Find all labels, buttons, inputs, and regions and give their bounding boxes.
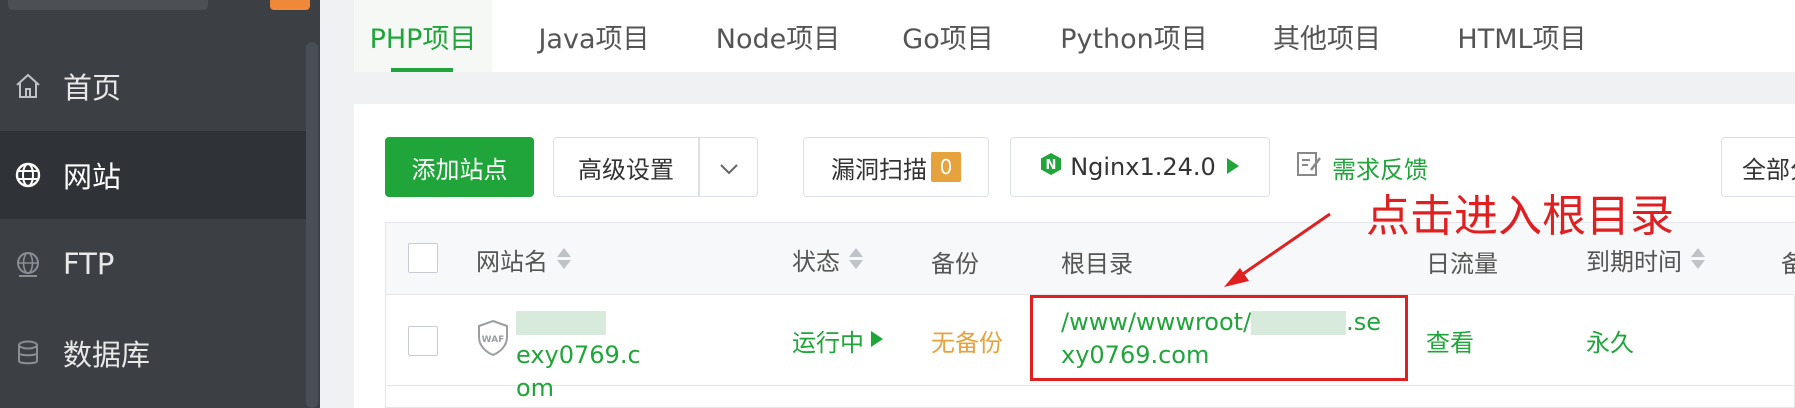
sidebar-scrollbar[interactable] xyxy=(306,42,318,408)
col-daily-traffic: 日流量 xyxy=(1426,249,1498,278)
root-dir-highlight xyxy=(1030,295,1408,381)
tab-other[interactable]: 其他项目 xyxy=(1252,0,1402,72)
play-icon xyxy=(1226,153,1240,181)
vuln-count-badge: 0 xyxy=(931,152,961,182)
redacted-text xyxy=(516,311,606,335)
row-checkbox[interactable] xyxy=(408,326,438,356)
logo xyxy=(8,0,208,10)
advanced-settings-dropdown[interactable] xyxy=(699,137,758,197)
active-tab-indicator xyxy=(391,68,453,72)
sidebar-item-home[interactable]: 首页 xyxy=(0,42,306,130)
tab-python[interactable]: Python项目 xyxy=(1044,0,1224,72)
col-root-dir: 根目录 xyxy=(1061,249,1133,278)
expiry-value[interactable]: 永久 xyxy=(1586,322,1634,358)
advanced-settings-button[interactable]: 高级设置 xyxy=(553,137,699,197)
select-all-checkbox[interactable] xyxy=(408,243,438,273)
play-icon xyxy=(870,326,884,354)
traffic-view-link[interactable]: 查看 xyxy=(1426,322,1474,358)
globe-icon xyxy=(13,160,43,190)
sidebar-item-database[interactable]: 数据库 xyxy=(0,309,306,397)
project-tabs: PHP项目 Java项目 Node项目 Go项目 Python项目 其他项目 H… xyxy=(354,0,1795,72)
vuln-scan-button[interactable]: 漏洞扫描 0 xyxy=(803,137,989,197)
waf-shield-icon[interactable]: WAF xyxy=(476,319,510,361)
home-icon xyxy=(13,71,43,101)
tab-java[interactable]: Java项目 xyxy=(524,0,664,72)
database-icon xyxy=(13,338,43,368)
sidebar-item-label: 网站 xyxy=(63,160,122,194)
tab-go[interactable]: Go项目 xyxy=(888,0,1008,72)
sidebar-header xyxy=(0,0,320,42)
feedback-link[interactable]: 需求反馈 xyxy=(1296,150,1428,184)
col-status[interactable]: 状态 xyxy=(792,241,864,277)
col-expiry[interactable]: 到期时间 xyxy=(1586,241,1706,277)
filter-all-select[interactable]: 全部分 xyxy=(1721,137,1795,197)
sidebar-item-label: 数据库 xyxy=(63,338,151,372)
tab-php[interactable]: PHP项目 xyxy=(354,0,492,72)
sidebar-item-website[interactable]: 网站 xyxy=(0,131,306,219)
sort-icon xyxy=(556,247,572,271)
notification-badge[interactable] xyxy=(270,0,310,10)
edit-icon xyxy=(1296,150,1322,184)
add-site-button[interactable]: 添加站点 xyxy=(385,137,534,197)
chevron-down-icon xyxy=(719,153,739,181)
sidebar-item-label: FTP xyxy=(63,247,115,281)
col-site-name[interactable]: 网站名 xyxy=(476,241,572,277)
sort-icon xyxy=(848,247,864,271)
site-name-link[interactable]: exy0769.c om xyxy=(516,306,726,405)
status-running[interactable]: 运行中 xyxy=(792,322,884,358)
tab-html[interactable]: HTML项目 xyxy=(1432,0,1612,72)
svg-text:N: N xyxy=(1046,158,1057,173)
sidebar-item-ftp[interactable]: FTP xyxy=(0,220,306,308)
tab-node[interactable]: Node项目 xyxy=(698,0,858,72)
ftp-globe-icon xyxy=(13,249,43,279)
col-remark: 备 xyxy=(1781,249,1795,278)
nginx-button[interactable]: N Nginx1.24.0 xyxy=(1010,137,1270,197)
backup-status[interactable]: 无备份 xyxy=(931,322,1003,358)
svg-text:WAF: WAF xyxy=(482,335,505,345)
sidebar-item-label: 首页 xyxy=(63,71,122,105)
sidebar: 首页 网站 FTP 数据库 xyxy=(0,0,320,408)
col-backup: 备份 xyxy=(931,249,979,278)
annotation-text: 点击进入根目录 xyxy=(1366,191,1674,242)
nginx-icon: N xyxy=(1040,152,1062,182)
sort-icon xyxy=(1690,247,1706,271)
